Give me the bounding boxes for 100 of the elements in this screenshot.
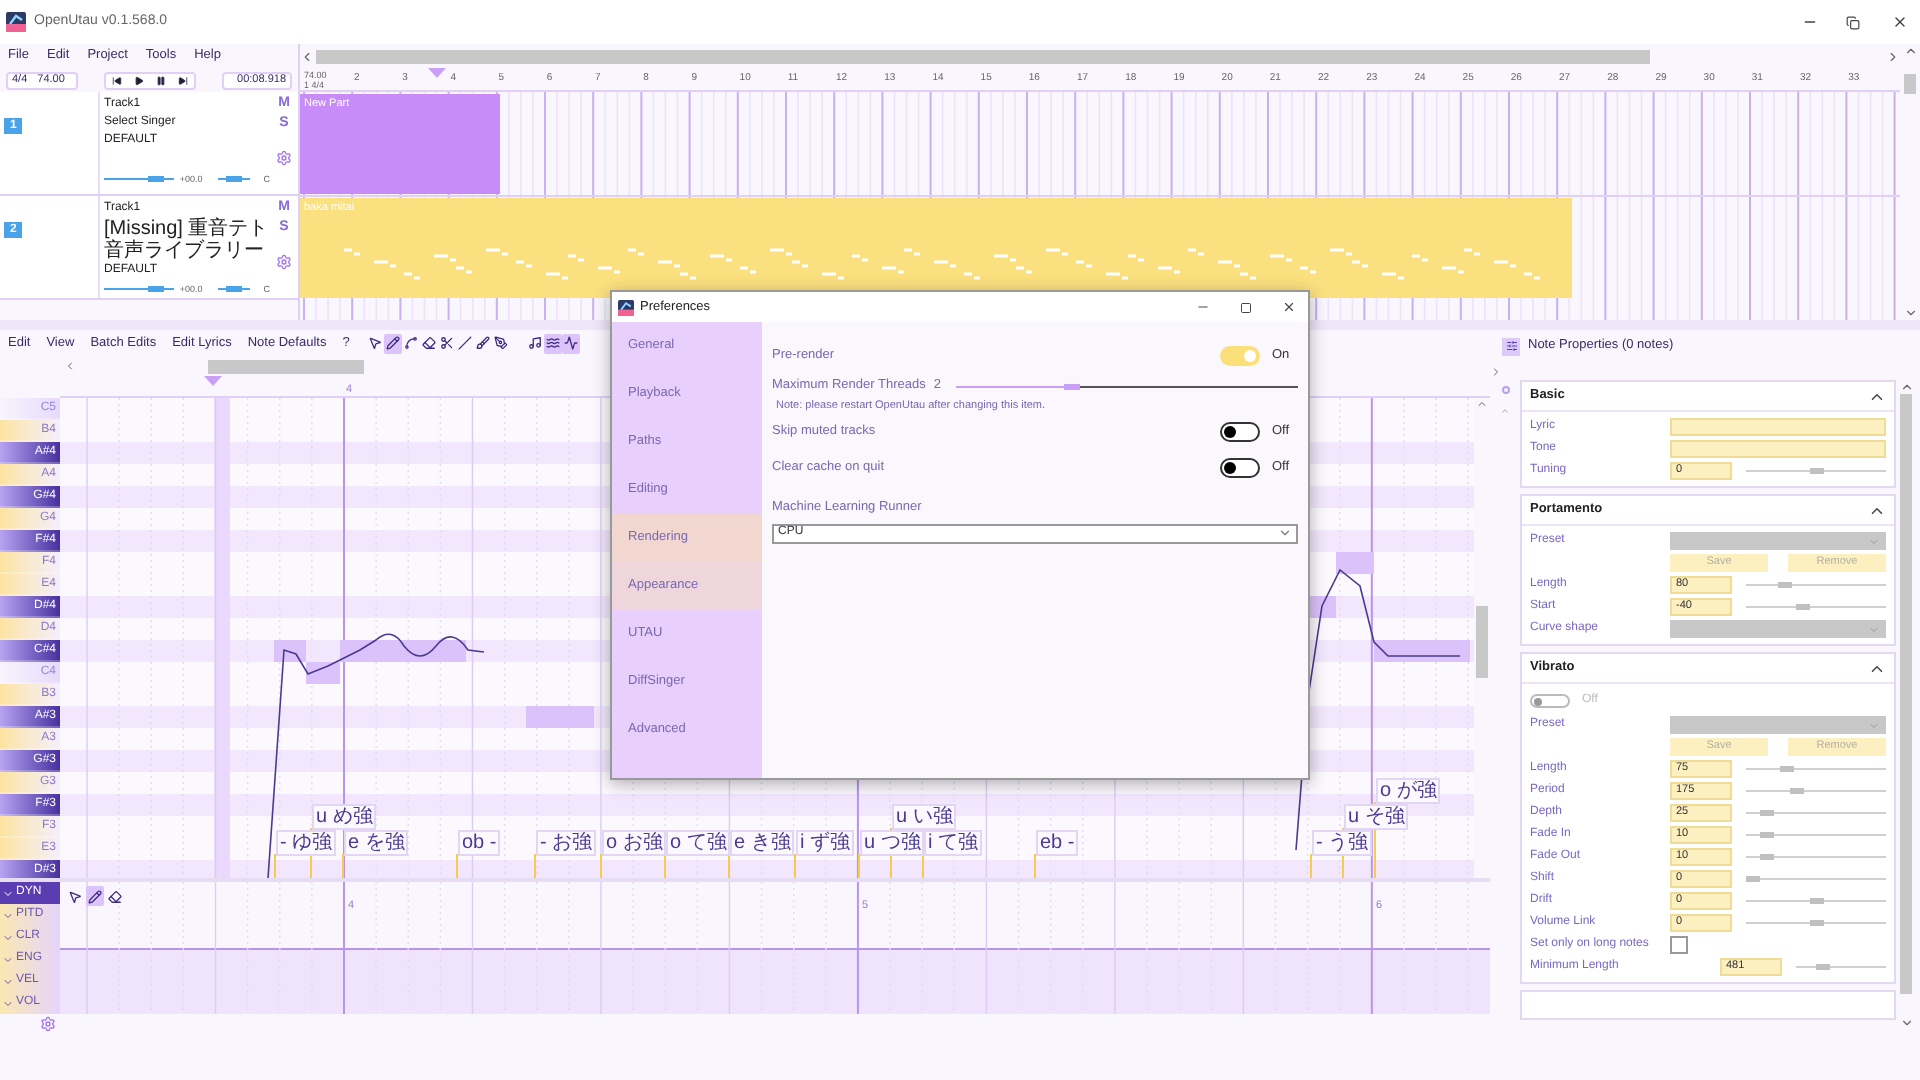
phoneme-label[interactable]: - ゆ強 [276, 830, 337, 856]
vibrato-switch[interactable] [1530, 694, 1570, 708]
note[interactable] [306, 662, 340, 684]
playhead-marker[interactable] [428, 68, 446, 78]
singer-name[interactable]: [Missing] 重音テト音声ライブラリー [104, 218, 270, 262]
note[interactable] [274, 640, 306, 662]
scroll-down-icon[interactable] [1903, 306, 1917, 320]
app-logo-icon [618, 299, 634, 315]
phoneme-label[interactable]: e き強 [730, 830, 795, 856]
settings-icon[interactable] [276, 150, 292, 166]
phoneme-label[interactable]: o て強 [666, 830, 731, 856]
pen-tool[interactable] [491, 333, 510, 353]
slider-thumb[interactable] [1760, 810, 1774, 816]
minimize-icon[interactable] [1196, 300, 1210, 314]
note[interactable] [1374, 640, 1470, 662]
waveform-tool[interactable] [561, 333, 580, 353]
scissors-tool[interactable] [437, 333, 456, 353]
brush-tool[interactable] [473, 333, 492, 353]
phoneme-label[interactable]: - お強 [536, 830, 597, 856]
chevron-down-icon [1868, 535, 1880, 547]
note[interactable] [1310, 596, 1336, 618]
scrollbar-thumb[interactable] [316, 49, 1650, 63]
scrollbar-thumb[interactable] [1904, 74, 1916, 94]
phoneme-label[interactable]: - う強 [1312, 830, 1373, 856]
chevron-down-icon [1278, 526, 1292, 541]
phoneme-label[interactable]: o が強 [1376, 778, 1441, 804]
scroll-up-icon[interactable] [1899, 380, 1913, 394]
slider-thumb[interactable] [1760, 854, 1774, 860]
wave-tool[interactable] [543, 333, 562, 353]
phoneme-label[interactable]: ob - [458, 830, 501, 856]
pointer-tool[interactable] [365, 333, 384, 353]
slider-thumb[interactable] [1809, 468, 1823, 474]
slider-thumb[interactable] [1778, 582, 1793, 588]
slider-thumb[interactable] [1796, 604, 1811, 610]
slider-thumb[interactable] [148, 176, 165, 182]
dot-icon [1501, 386, 1509, 394]
slider-thumb[interactable] [1816, 964, 1830, 970]
maximize-icon[interactable] [1240, 301, 1252, 313]
scroll-right-icon[interactable] [1886, 49, 1900, 63]
slider-thumb[interactable] [226, 286, 242, 292]
phoneme-label[interactable]: u め強 [312, 804, 377, 830]
eraser-tool[interactable] [106, 886, 124, 906]
phoneme-marker [858, 854, 860, 878]
restore-icon[interactable] [1846, 15, 1860, 29]
phoneme-label[interactable]: i て強 [924, 830, 982, 856]
slider-thumb[interactable] [1809, 920, 1823, 926]
scrollbar-thumb[interactable] [208, 359, 364, 373]
note[interactable] [1336, 552, 1374, 574]
phoneme-marker [274, 854, 276, 878]
scroll-up-icon[interactable] [1903, 44, 1917, 58]
phoneme-label[interactable]: o お強 [602, 830, 667, 856]
close-icon[interactable] [1892, 14, 1908, 30]
skip-back-icon[interactable] [112, 75, 122, 85]
phoneme-marker [1034, 854, 1036, 878]
scroll-left-icon[interactable] [64, 360, 76, 372]
note[interactable] [340, 640, 466, 662]
playhead-marker[interactable] [204, 376, 222, 386]
toggle-switch[interactable] [1220, 422, 1260, 442]
phoneme-label[interactable]: eb - [1036, 830, 1079, 856]
slider-thumb[interactable] [148, 286, 165, 292]
settings-icon[interactable] [40, 1016, 56, 1032]
eraser-tool[interactable] [419, 333, 438, 353]
text-field[interactable] [1670, 440, 1886, 458]
scrollbar-thumb[interactable] [1900, 394, 1912, 994]
slider-thumb[interactable] [1760, 832, 1774, 838]
pause-icon[interactable] [156, 75, 166, 85]
chevron-down-icon [1868, 719, 1880, 731]
slider-thumb[interactable] [226, 176, 242, 182]
pencil-tool[interactable] [86, 886, 104, 906]
text-field[interactable] [1670, 418, 1886, 436]
slider-thumb[interactable] [1064, 383, 1081, 389]
scroll-down-icon[interactable] [1899, 1016, 1913, 1030]
chevron-up-icon[interactable] [1500, 406, 1510, 416]
play-icon[interactable] [134, 75, 144, 85]
checkbox[interactable] [1670, 936, 1688, 954]
scrollbar-thumb[interactable] [1476, 606, 1488, 678]
scroll-left-icon[interactable] [300, 49, 314, 63]
curve-tool[interactable] [401, 333, 420, 353]
scroll-up-icon[interactable] [1476, 398, 1488, 410]
app-logo-icon [6, 12, 26, 32]
slider-thumb[interactable] [1809, 898, 1823, 904]
pencil-tool[interactable] [383, 333, 402, 353]
slider-thumb[interactable] [1789, 788, 1804, 794]
pointer-tool[interactable] [66, 886, 84, 906]
expand-icon[interactable] [1490, 365, 1502, 377]
phoneme-marker [600, 854, 602, 878]
settings-icon[interactable] [276, 254, 292, 270]
skip-forward-icon[interactable] [178, 75, 188, 85]
line-tool[interactable] [455, 333, 474, 353]
phoneme-marker [1310, 854, 1312, 878]
toggle-switch[interactable] [1220, 458, 1260, 478]
slider-thumb[interactable] [1779, 766, 1794, 772]
phoneme-label[interactable]: u そ強 [1344, 804, 1409, 830]
close-icon[interactable] [1282, 300, 1296, 314]
music-note-tool[interactable] [525, 333, 544, 353]
slider-thumb[interactable] [1746, 876, 1760, 882]
phoneme-label[interactable]: u つ強 [860, 830, 925, 856]
phoneme-label[interactable]: u い強 [892, 804, 957, 830]
phoneme-label[interactable]: e を強 [344, 830, 409, 856]
phoneme-label[interactable]: i ず強 [796, 830, 854, 856]
